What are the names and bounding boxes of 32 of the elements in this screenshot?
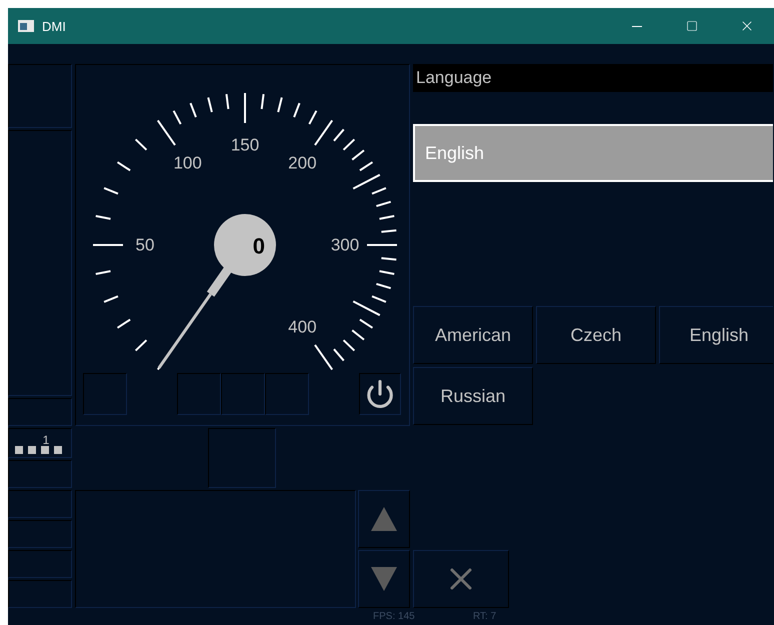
power-button[interactable] (359, 373, 401, 415)
language-option-button[interactable]: American (413, 306, 533, 364)
selected-language-field: English (413, 124, 773, 182)
down-triangle-icon (371, 567, 397, 591)
scale-label: 50 (136, 236, 154, 254)
power-icon (365, 379, 395, 409)
scale-label: 400 (288, 317, 317, 336)
fps-counter: FPS: 145 (373, 611, 416, 622)
panel-cell (265, 373, 309, 415)
scale-label: 300 (330, 236, 360, 254)
app-icon (18, 20, 34, 32)
level-number: 1 (42, 435, 50, 446)
panel-cell (221, 373, 265, 415)
menu-title: Language (413, 64, 773, 92)
up-triangle-icon (371, 507, 397, 531)
panel-cell (83, 373, 127, 415)
speed-value: 0 (252, 234, 265, 258)
language-option-button[interactable]: Czech (536, 306, 656, 364)
panel-cell (177, 373, 221, 415)
level-squares-icon (15, 446, 65, 454)
maximize-icon (686, 20, 698, 32)
rt-counter: RT: 7 (473, 611, 496, 622)
scale-label: 100 (173, 154, 202, 173)
close-menu-button[interactable] (413, 550, 509, 608)
window-title: DMI (42, 18, 67, 34)
scroll-down-button[interactable] (358, 550, 410, 608)
language-option-button[interactable]: Russian (413, 367, 533, 425)
panel-cell (208, 428, 276, 488)
scale-label: 200 (288, 154, 317, 173)
scroll-up-button[interactable] (358, 490, 410, 548)
scale-label: 150 (230, 136, 260, 154)
language-option-button[interactable]: English (659, 306, 773, 364)
